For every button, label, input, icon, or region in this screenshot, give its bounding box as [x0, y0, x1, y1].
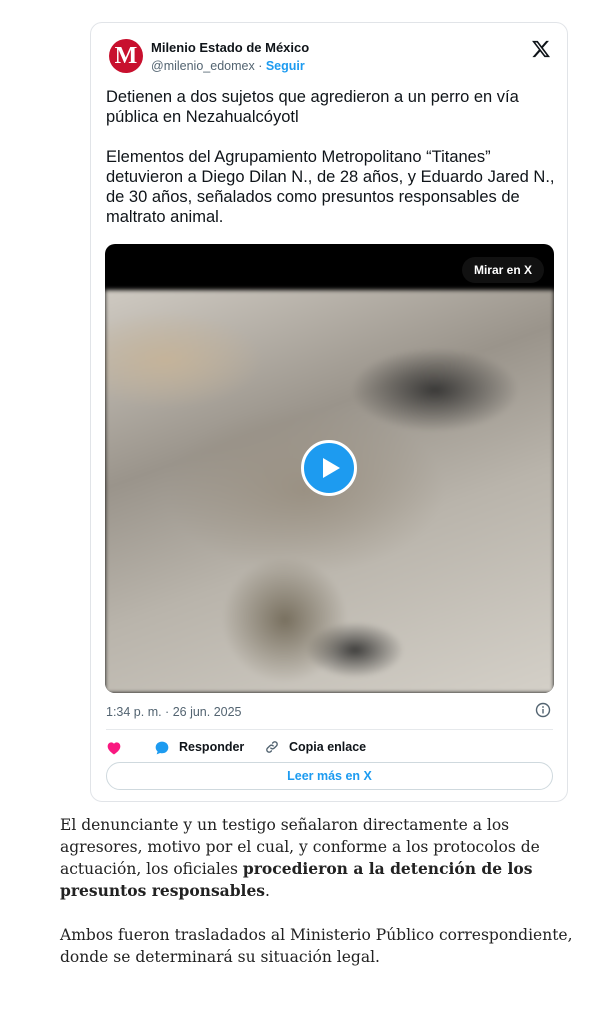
article-paragraph: Ambos fueron trasladados al Ministerio P…: [60, 926, 573, 966]
follow-link[interactable]: Seguir: [266, 59, 305, 73]
avatar[interactable]: M: [109, 39, 143, 73]
watch-on-x-button[interactable]: Mirar en X: [461, 257, 544, 283]
author-handle[interactable]: @milenio_edomex: [151, 59, 255, 73]
link-icon[interactable]: [265, 740, 279, 754]
reply-icon[interactable]: [154, 740, 170, 756]
read-more-on-x-button[interactable]: Leer más en X: [106, 762, 553, 790]
play-button[interactable]: [301, 440, 357, 496]
article-text-end: .: [265, 882, 270, 900]
article-paragraph: El denunciante y un testigo señalaron di…: [60, 814, 592, 902]
tweet-text-paragraph: Detienen a dos sujetos que agredieron a …: [106, 88, 519, 126]
reply-button[interactable]: Responder: [179, 740, 244, 754]
info-icon[interactable]: [535, 702, 551, 718]
video-player[interactable]: Mirar en X: [105, 244, 554, 693]
handle-separator: ·: [254, 59, 266, 73]
divider: [106, 729, 553, 730]
tweet-text: Detienen a dos sujetos que agredieron a …: [106, 87, 561, 247]
play-icon: [323, 458, 340, 478]
author-name[interactable]: Milenio Estado de México: [151, 40, 309, 55]
embedded-tweet: M Milenio Estado de México @milenio_edom…: [90, 22, 568, 802]
tweet-text-paragraph: Elementos del Agrupamiento Metropolitano…: [106, 148, 555, 226]
copy-link-button[interactable]: Copia enlace: [289, 740, 366, 754]
heart-icon[interactable]: [106, 740, 122, 756]
x-logo-icon[interactable]: [531, 39, 551, 59]
author-handle-line: @milenio_edomex · Seguir: [151, 59, 305, 73]
tweet-timestamp[interactable]: 1:34 p. m. · 26 jun. 2025: [106, 705, 242, 719]
article-body: El denunciante y un testigo señalaron di…: [60, 814, 592, 990]
